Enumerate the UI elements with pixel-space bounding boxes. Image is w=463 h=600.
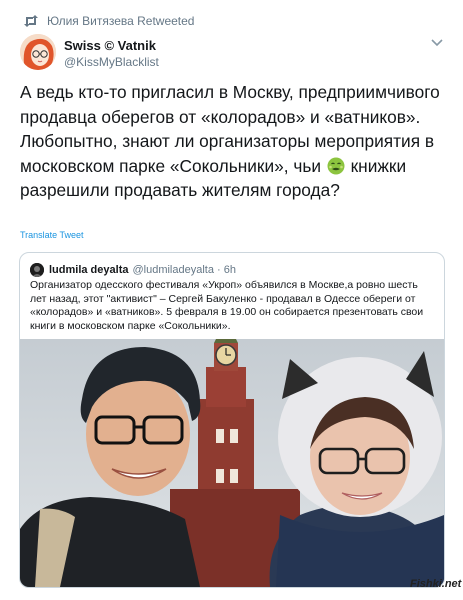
tweet-text: А ведь кто-то пригласил в Москву, предпр… bbox=[20, 80, 450, 203]
quoted-tweet-text: Организатор одесского фестиваля «Укроп» … bbox=[30, 279, 424, 332]
retweet-label: Юлия Витязева Retweeted bbox=[47, 14, 195, 28]
avatar-illustration bbox=[20, 34, 56, 70]
retweet-header: Юлия Витязева Retweeted bbox=[23, 14, 194, 28]
translate-tweet-link[interactable]: Translate Tweet bbox=[20, 230, 84, 240]
author-avatar[interactable] bbox=[20, 34, 56, 70]
woman-figure bbox=[269, 351, 444, 587]
retweet-icon bbox=[24, 15, 38, 27]
author-block[interactable]: Swiss © Vatnik @KissMyBlacklist bbox=[64, 38, 159, 70]
watermark: Fishki.net bbox=[410, 578, 462, 590]
quoted-author-handle[interactable]: @ludmiladeyalta · 6h bbox=[132, 264, 236, 276]
quoted-tweet-photo[interactable] bbox=[20, 339, 444, 587]
quoted-author-avatar[interactable] bbox=[30, 263, 44, 277]
quoted-tweet-card[interactable]: ludmila deyalta @ludmiladeyalta · 6h Орг… bbox=[19, 252, 445, 588]
author-handle[interactable]: @KissMyBlacklist bbox=[64, 54, 159, 70]
quoted-avatar-icon bbox=[30, 263, 44, 277]
quoted-author-name[interactable]: ludmila deyalta bbox=[49, 264, 128, 276]
nauseated-face-icon bbox=[327, 157, 345, 174]
chevron-down-icon[interactable] bbox=[430, 38, 444, 48]
quoted-tweet-header: ludmila deyalta @ludmiladeyalta · 6h bbox=[30, 263, 236, 277]
author-name[interactable]: Swiss © Vatnik bbox=[64, 38, 159, 54]
